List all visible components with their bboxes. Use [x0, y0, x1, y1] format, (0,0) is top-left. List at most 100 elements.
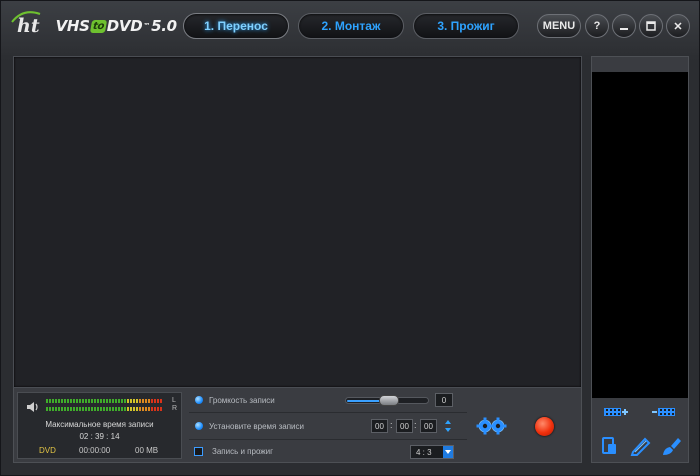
- record-and-burn-label: Запись и прожиг: [212, 447, 274, 456]
- record-button[interactable]: [535, 417, 554, 436]
- record-and-burn-checkbox[interactable]: [194, 447, 203, 456]
- max-record-time-value: 02 : 39 : 14: [79, 432, 120, 441]
- meter-segment: [79, 407, 81, 411]
- time-separator: :: [390, 420, 393, 430]
- help-button[interactable]: ?: [585, 14, 609, 38]
- tab-burn[interactable]: 3. Прожиг: [413, 13, 519, 39]
- meter-segment: [124, 407, 126, 411]
- meter-segment: [79, 399, 81, 403]
- film-add-icon[interactable]: [603, 402, 629, 422]
- tab-transfer[interactable]: 1. Перенос: [183, 13, 289, 39]
- meter-segment: [145, 399, 147, 403]
- maximize-button[interactable]: [639, 14, 663, 38]
- meter-segment: [88, 407, 90, 411]
- timer-bullet-icon: [195, 422, 203, 430]
- volume-label: Громкость записи: [209, 396, 275, 405]
- meter-segment: [142, 407, 144, 411]
- logo-to-badge: to: [89, 19, 107, 33]
- brush-icon[interactable]: [657, 436, 683, 456]
- maximize-icon: [646, 21, 656, 31]
- spin-down-icon[interactable]: [444, 427, 452, 433]
- meter-segment: [112, 407, 114, 411]
- meter-segment: [103, 399, 105, 403]
- chevron-down-icon: [443, 446, 453, 458]
- meter-segment: [97, 399, 99, 403]
- meter-segment: [151, 399, 153, 403]
- meter-segment: [91, 399, 93, 403]
- meter-segment: [160, 399, 162, 403]
- minimize-button[interactable]: [612, 14, 636, 38]
- meter-segment: [64, 399, 66, 403]
- meter-segment: [142, 399, 144, 403]
- meter-segment: [55, 407, 57, 411]
- meter-segment: [109, 407, 111, 411]
- meter-segment: [109, 399, 111, 403]
- meter-segment: [139, 399, 141, 403]
- time-separator: :: [414, 420, 417, 430]
- pencil-icon[interactable]: [627, 436, 653, 456]
- meter-segment: [76, 399, 78, 403]
- meter-segment: [82, 399, 84, 403]
- audio-meter-box: L R Максимальное время записи 02 : 39 : …: [17, 392, 182, 459]
- meter-segment: [85, 399, 87, 403]
- meter-segment: [61, 399, 63, 403]
- volume-slider-thumb[interactable]: [379, 395, 399, 406]
- meter-segment: [67, 407, 69, 411]
- meter-segment: [100, 407, 102, 411]
- disc-type: DVD: [39, 446, 56, 455]
- video-preview: [13, 56, 582, 388]
- menu-button[interactable]: MENU: [537, 14, 581, 38]
- meter-segment: [67, 399, 69, 403]
- speaker-icon[interactable]: [26, 401, 40, 413]
- seconds-field[interactable]: 00: [420, 419, 437, 433]
- hours-field[interactable]: 00: [371, 419, 388, 433]
- meter-segment: [100, 399, 102, 403]
- left-channel-label: L: [172, 397, 176, 404]
- minutes-field[interactable]: 00: [396, 419, 413, 433]
- volume-value: 0: [435, 393, 453, 407]
- meter-segment: [157, 399, 159, 403]
- meter-segment: [136, 407, 138, 411]
- meter-segment: [49, 407, 51, 411]
- meter-segment: [130, 407, 132, 411]
- meter-segment: [133, 399, 135, 403]
- meter-segment: [70, 399, 72, 403]
- meter-segment: [88, 399, 90, 403]
- meter-segment: [97, 407, 99, 411]
- meter-segment: [49, 399, 51, 403]
- meter-segment: [103, 407, 105, 411]
- meter-segment: [73, 407, 75, 411]
- meter-segment: [154, 407, 156, 411]
- meter-segment: [136, 399, 138, 403]
- meter-segment: [112, 399, 114, 403]
- meter-segment: [91, 407, 93, 411]
- clip-list[interactable]: [592, 72, 688, 398]
- logo-swoosh-icon: [11, 11, 41, 23]
- aspect-ratio-value: 4 : 3: [416, 448, 432, 457]
- meter-segment: [58, 399, 60, 403]
- meter-segment: [145, 407, 147, 411]
- meter-segment: [130, 399, 132, 403]
- film-remove-icon[interactable]: [652, 402, 678, 422]
- aspect-ratio-select[interactable]: 4 : 3: [410, 445, 454, 459]
- close-button[interactable]: ✕: [666, 14, 690, 38]
- meter-segment: [127, 399, 129, 403]
- meter-segment: [121, 399, 123, 403]
- tab-edit[interactable]: 2. Монтаж: [298, 13, 404, 39]
- meter-segment: [52, 399, 54, 403]
- set-time-label: Установите время записи: [209, 422, 304, 431]
- meter-segment: [148, 399, 150, 403]
- meter-segment: [133, 407, 135, 411]
- meter-segment: [94, 407, 96, 411]
- logo-product-name: VHS to DVD ™ 5.0: [55, 17, 177, 35]
- divider: [189, 439, 467, 440]
- spin-up-icon[interactable]: [444, 419, 452, 425]
- minimize-icon: [620, 28, 628, 30]
- meter-segment: [73, 399, 75, 403]
- copy-device-icon[interactable]: [598, 436, 624, 456]
- meter-segment: [124, 399, 126, 403]
- meter-segment: [46, 407, 48, 411]
- settings-gears-icon[interactable]: [475, 415, 509, 437]
- level-meter-left: [46, 399, 164, 403]
- meter-segment: [115, 399, 117, 403]
